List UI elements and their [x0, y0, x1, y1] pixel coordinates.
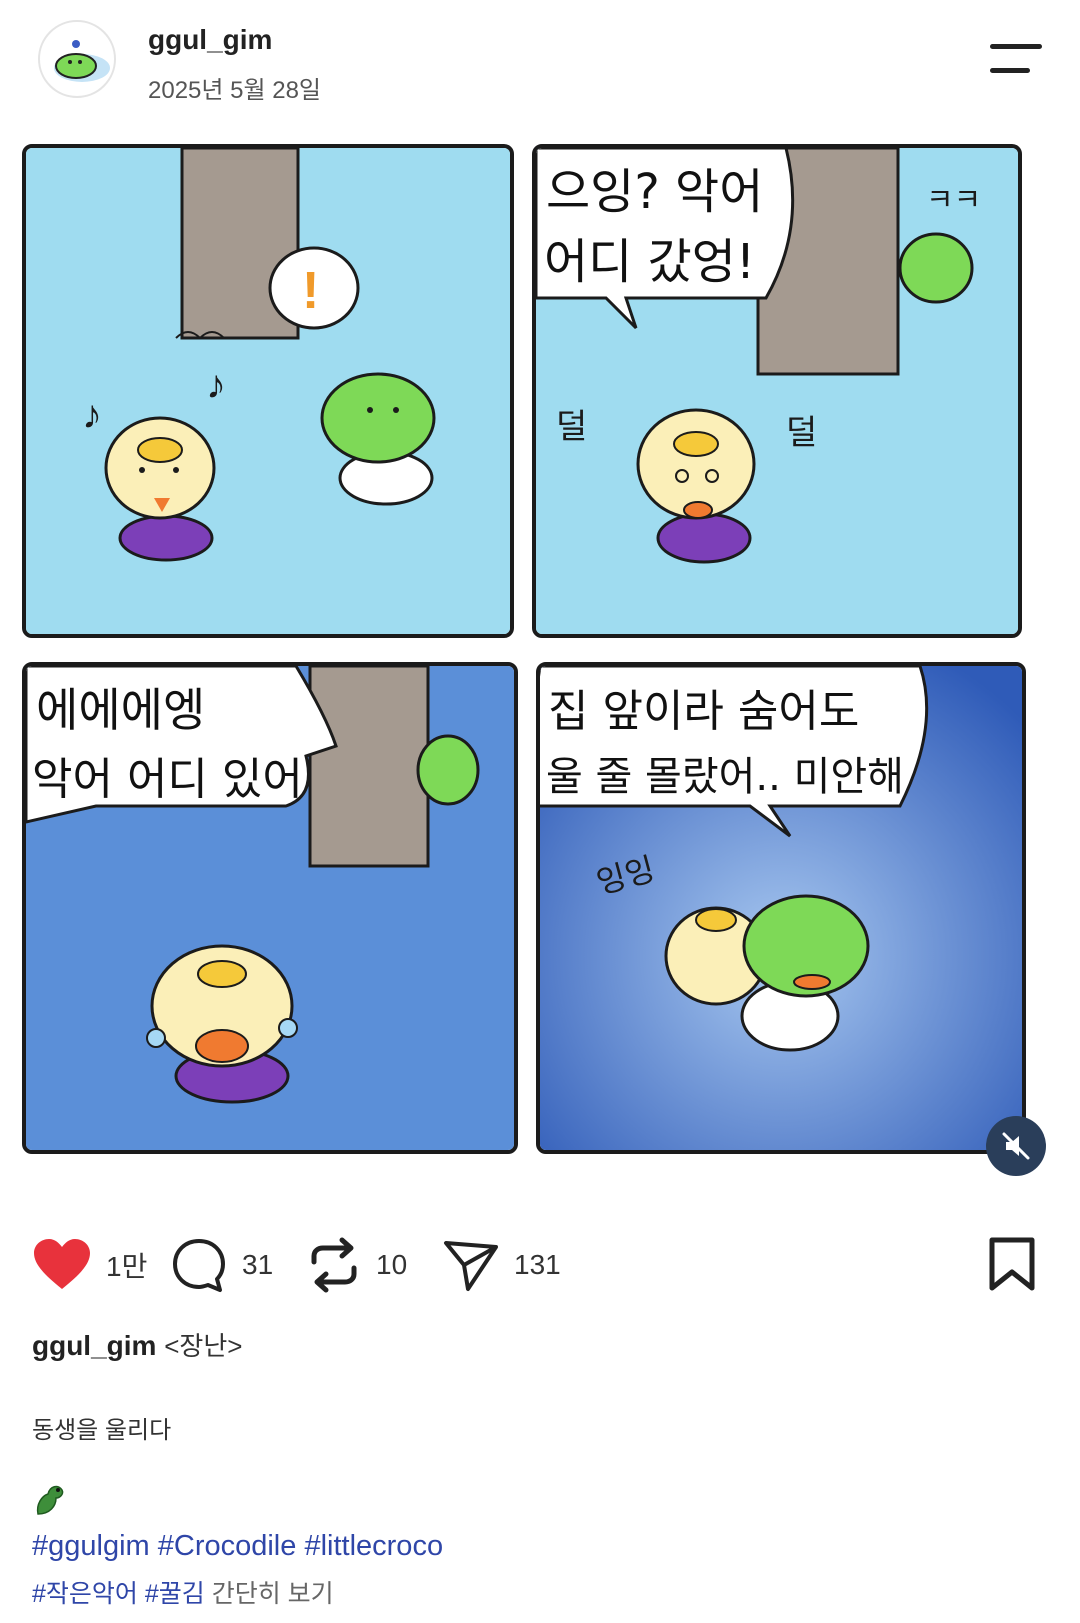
- sfx-right: 덜: [786, 414, 817, 452]
- repost-button[interactable]: 10: [306, 1230, 407, 1300]
- bubble-line-1: 으잉? 악어: [546, 164, 763, 220]
- heart-icon: [34, 1239, 90, 1289]
- hashtag[interactable]: #littlecroco: [304, 1530, 443, 1562]
- bubble-line-2: 악어 어디 있어: [32, 754, 303, 805]
- bubble-line-1: 에에에엥: [36, 683, 205, 737]
- svg-text:♪: ♪: [206, 363, 226, 407]
- hashtag-line-2: #작은악어 #꿀김 간단히 보기: [32, 1574, 334, 1610]
- post-description: 동생을 울리다: [32, 1417, 172, 1444]
- bookmark-button[interactable]: [988, 1236, 1036, 1297]
- action-bar: 1만 31 10 131: [0, 1230, 1080, 1310]
- bunny-character: [104, 416, 216, 562]
- svg-text:♪: ♪: [82, 393, 102, 437]
- bubble-line-2: 어디 갔엉!: [544, 234, 755, 290]
- comic-panel-1: ! ♪ ♪: [22, 144, 514, 638]
- like-count: 1만: [106, 1251, 148, 1282]
- peeking-croc: [898, 232, 974, 304]
- sfx-giggle: ㅋㅋ: [926, 184, 981, 217]
- repost-icon: [311, 1237, 357, 1293]
- share-button[interactable]: 131: [442, 1230, 561, 1300]
- comment-count: 31: [242, 1249, 274, 1280]
- bubble-line-2: 울 줄 몰랐어.. 미안해: [546, 754, 904, 800]
- header-username[interactable]: ggul_gim: [148, 24, 272, 56]
- like-button[interactable]: 1만: [32, 1230, 147, 1300]
- bookmark-icon: [989, 1237, 1035, 1291]
- post-date: 2025년 5월 28일: [148, 77, 322, 104]
- comic-panel-4: 집 앞이라 숨어도 울 줄 몰랐어.. 미안해 잉잉: [536, 662, 1026, 1154]
- post-header: ggul_gim 2025년 5월 28일: [0, 0, 1080, 140]
- show-less-link[interactable]: 간단히 보기: [212, 1580, 334, 1608]
- avatar-croc-icon: [54, 40, 110, 82]
- share-count: 131: [514, 1249, 561, 1280]
- comic-image[interactable]: ! ♪ ♪ 으잉? 악어 어디 갔엉! ㅋㅋ 덜 덜 에에에엥 악어 어디 있어…: [18, 142, 1058, 1192]
- hashtag[interactable]: #Crocodile: [158, 1530, 297, 1562]
- comment-button[interactable]: 31: [170, 1230, 273, 1300]
- menu-icon[interactable]: [990, 42, 1046, 78]
- avatar[interactable]: [38, 20, 116, 98]
- share-icon: [444, 1241, 498, 1291]
- hashtag[interactable]: #ggulgim: [32, 1530, 150, 1562]
- hashtag-line-1: #ggulgim #Crocodile #littlecroco: [32, 1530, 443, 1563]
- hashtag[interactable]: #꿀김: [145, 1580, 205, 1608]
- bubble-line-1: 집 앞이라 숨어도: [548, 686, 859, 737]
- caption-title: <장난>: [164, 1331, 243, 1361]
- sfx-left: 덜: [556, 408, 587, 446]
- hashtag[interactable]: #작은악어: [32, 1580, 138, 1608]
- peeking-croc: [416, 734, 480, 806]
- comment-icon: [173, 1239, 225, 1292]
- repost-count: 10: [376, 1249, 408, 1280]
- exclaim-text: !: [302, 262, 319, 320]
- comic-panel-2: 으잉? 악어 어디 갔엉! ㅋㅋ 덜 덜: [532, 144, 1022, 638]
- post-caption: ggul_gim <장난>: [32, 1326, 242, 1363]
- crocodile-emoji-icon: [32, 1480, 66, 1523]
- mute-icon[interactable]: [986, 1116, 1046, 1176]
- caption-username[interactable]: ggul_gim: [32, 1330, 156, 1361]
- comic-panel-3: 에에에엥 악어 어디 있어: [22, 662, 518, 1154]
